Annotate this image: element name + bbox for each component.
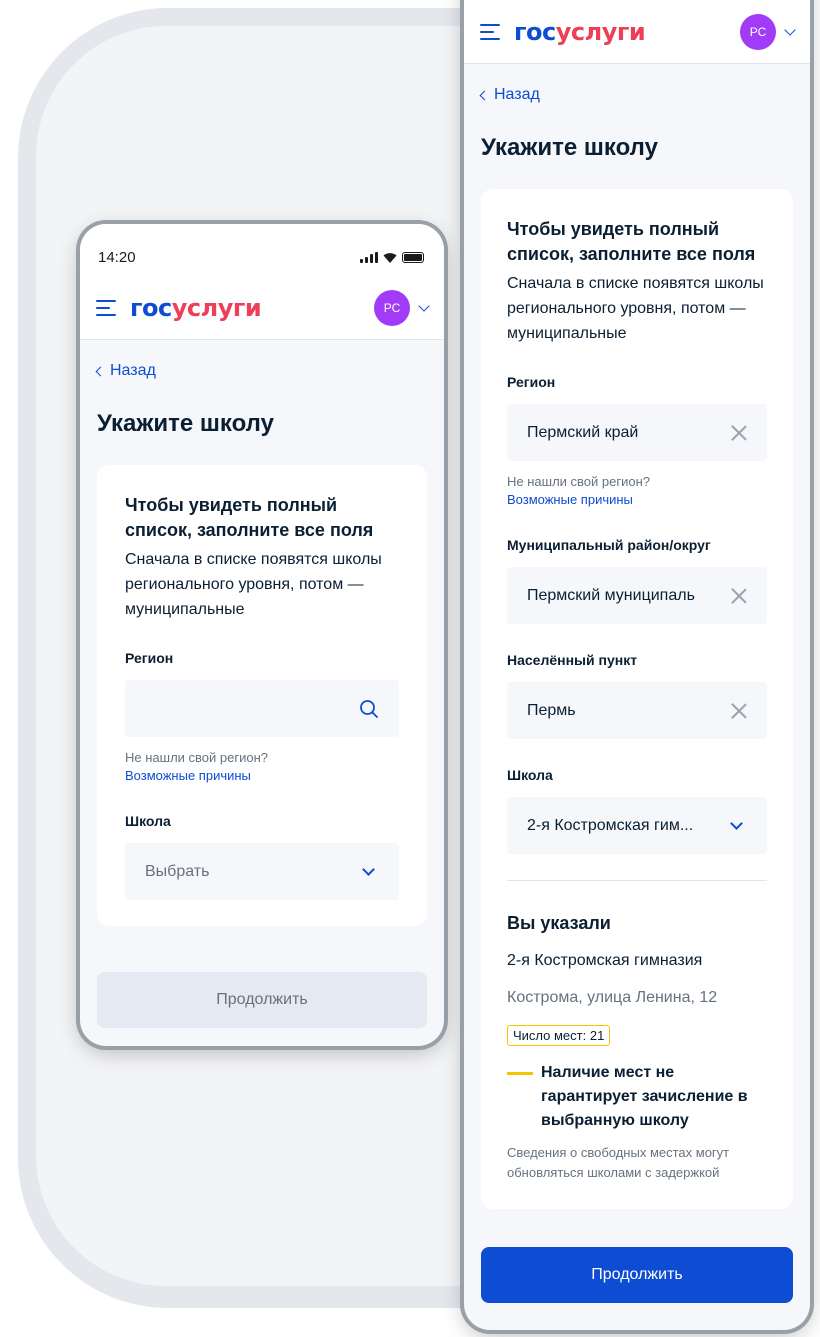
chevron-down-icon[interactable]: [418, 299, 430, 312]
clear-icon[interactable]: [731, 703, 747, 719]
back-link[interactable]: Назад: [479, 86, 793, 104]
school-value: 2-я Костромская гим...: [527, 816, 694, 834]
app-header: госуслуги РС: [464, 0, 810, 64]
chosen-school-name: 2-я Костромская гимназия: [507, 952, 703, 969]
region-reasons-link[interactable]: Возможные причины: [125, 767, 399, 785]
seats-note: Сведения о свободных местах могут обновл…: [507, 1145, 730, 1180]
divider: [507, 880, 767, 881]
card-heading: Чтобы увидеть полный список, заполните в…: [125, 495, 374, 540]
phone-right: госуслуги РС Назад Укажите школу Чтобы у…: [464, 0, 810, 1330]
school-select[interactable]: Выбрать: [125, 843, 399, 900]
clear-icon[interactable]: [731, 588, 747, 604]
menu-icon[interactable]: [96, 299, 116, 316]
region-hint: Не нашли свой регион?: [125, 750, 268, 765]
region-label: Регион: [125, 650, 174, 666]
warning-block: Наличие мест не гарантирует зачисление в…: [507, 1061, 767, 1133]
chevron-left-icon: [95, 366, 106, 376]
locality-input[interactable]: Пермь: [507, 682, 767, 739]
form-card: Чтобы увидеть полный список, заполните в…: [97, 465, 427, 926]
card-subtext: Сначала в списке появятся школы регионал…: [507, 275, 764, 342]
back-label: Назад: [494, 86, 540, 103]
region-search-input[interactable]: [125, 680, 399, 737]
status-icons: [360, 251, 424, 263]
school-label: Школа: [507, 767, 553, 783]
chevron-down-icon[interactable]: [784, 23, 796, 36]
gosuslugi-logo[interactable]: госуслуги: [514, 18, 646, 46]
app-header: госуслуги РС: [80, 276, 444, 340]
battery-icon: [402, 251, 424, 263]
page-content: Назад Укажите школу Чтобы увидеть полный…: [464, 86, 810, 1303]
avatar[interactable]: РС: [740, 13, 776, 50]
avatar[interactable]: РС: [374, 289, 410, 326]
status-time: 14:20: [98, 248, 136, 266]
continue-button[interactable]: Продолжить: [481, 1247, 793, 1303]
locality-value: Пермь: [527, 701, 576, 719]
warning-text: Наличие мест не гарантирует зачисление в…: [541, 1064, 748, 1129]
page-title: Укажите школу: [97, 410, 274, 437]
region-reasons-link[interactable]: Возможные причины: [507, 491, 767, 509]
signal-icon: [360, 251, 378, 263]
back-label: Назад: [110, 362, 156, 379]
seats-badge: Число мест: 21: [507, 1025, 611, 1046]
status-bar: 14:20: [80, 224, 444, 276]
page-title: Укажите школу: [481, 134, 658, 161]
clear-icon[interactable]: [731, 425, 747, 441]
card-subtext: Сначала в списке появятся школы регионал…: [125, 551, 382, 618]
card-heading: Чтобы увидеть полный список, заполните в…: [507, 219, 756, 264]
district-value: Пермский муниципаль: [527, 586, 695, 604]
gosuslugi-logo[interactable]: госуслуги: [130, 294, 262, 322]
region-label: Регион: [507, 374, 556, 390]
form-card: Чтобы увидеть полный список, заполните в…: [481, 189, 793, 1209]
search-icon[interactable]: [359, 699, 379, 719]
chevron-down-icon: [730, 816, 743, 830]
page-content: Назад Укажите школу Чтобы увидеть полный…: [80, 362, 444, 1028]
chosen-school-address: Кострома, улица Ленина, 12: [507, 989, 718, 1006]
warning-bar-icon: [507, 1072, 533, 1075]
locality-label: Населённый пункт: [507, 652, 638, 668]
back-link[interactable]: Назад: [95, 362, 427, 380]
school-select[interactable]: 2-я Костромская гим...: [507, 797, 767, 854]
wifi-icon: [383, 252, 397, 263]
menu-icon[interactable]: [480, 23, 500, 40]
region-input[interactable]: Пермский край: [507, 404, 767, 461]
district-input[interactable]: Пермский муниципаль: [507, 567, 767, 624]
continue-button[interactable]: Продолжить: [97, 972, 427, 1028]
region-value: Пермский край: [527, 423, 639, 441]
phone-left: 14:20 госуслуги РС Назад Укажите школу Ч…: [80, 224, 444, 1046]
district-label: Муниципальный район/округ: [507, 537, 711, 553]
chevron-down-icon: [362, 862, 375, 876]
school-label: Школа: [125, 813, 171, 829]
school-placeholder: Выбрать: [145, 862, 210, 880]
chosen-title: Вы указали: [507, 913, 611, 933]
chevron-left-icon: [479, 90, 490, 100]
region-hint: Не нашли свой регион?: [507, 474, 650, 489]
